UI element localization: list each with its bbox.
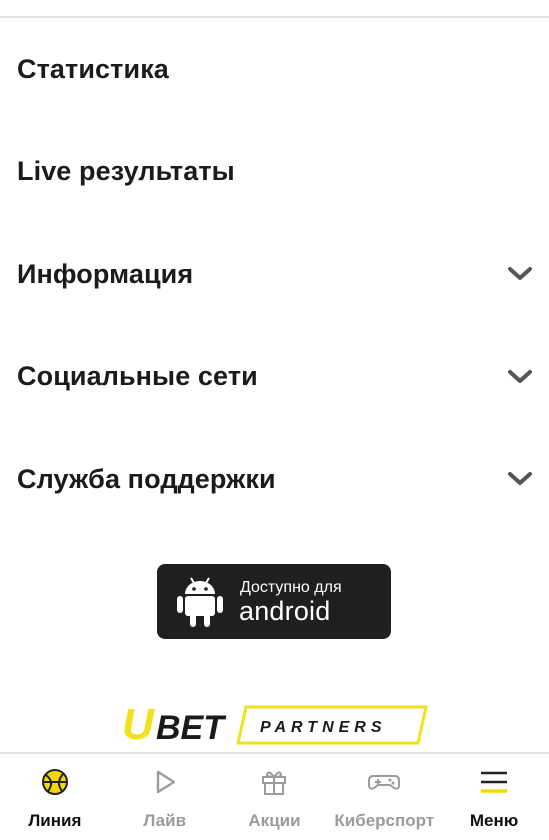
ball-icon: [41, 769, 68, 795]
menu-item-social-networks[interactable]: Социальные сети: [0, 326, 549, 429]
chevron-down-icon[interactable]: [507, 471, 533, 487]
tab-esports[interactable]: Киберспорт: [329, 754, 439, 840]
tab-label: Линия: [28, 811, 82, 830]
android-badge-title: android: [239, 596, 331, 626]
play-icon: [156, 770, 175, 794]
tab-label: Акции: [248, 811, 301, 830]
tab-line[interactable]: Линия: [0, 754, 110, 840]
bottom-tab-bar: Линия Лайв Акции Киберспорт Меню: [0, 754, 549, 840]
chevron-down-icon[interactable]: [507, 266, 533, 282]
menu-item-label: Live результаты: [17, 156, 235, 187]
tab-label: Меню: [469, 811, 519, 830]
menu-item-label: Социальные сети: [17, 361, 258, 392]
menu-item-information[interactable]: Информация: [0, 223, 549, 326]
tab-label: Киберспорт: [334, 811, 435, 830]
menu-item-statistics[interactable]: Статистика: [0, 18, 549, 121]
chevron-down-icon[interactable]: [507, 369, 533, 385]
tab-label: Лайв: [143, 811, 187, 830]
gamepad-icon: [368, 775, 401, 790]
android-robot-icon: [177, 577, 223, 627]
gift-icon: [262, 771, 287, 795]
menu-item-label: Служба поддержки: [17, 463, 276, 494]
android-badge-caption: Доступно для: [240, 579, 342, 596]
tab-live[interactable]: Лайв: [110, 754, 220, 840]
logo-partners: PARTNERS: [260, 719, 387, 736]
logo-u: U: [122, 700, 155, 747]
tab-menu[interactable]: Меню: [439, 754, 549, 840]
ubet-partners-logo: U BET PARTNERS: [122, 700, 428, 747]
logo-bet: BET: [156, 709, 227, 747]
main-menu: Статистика Live результаты Информация Со…: [0, 18, 549, 531]
menu-item-support[interactable]: Служба поддержки: [0, 428, 549, 531]
menu-icon: [481, 771, 508, 793]
tab-promotions[interactable]: Акции: [220, 754, 330, 840]
menu-item-label: Информация: [17, 258, 194, 289]
menu-item-live-results[interactable]: Live результаты: [0, 121, 549, 224]
menu-item-label: Статистика: [17, 53, 169, 84]
android-download-badge[interactable]: Доступно для android: [157, 564, 391, 639]
